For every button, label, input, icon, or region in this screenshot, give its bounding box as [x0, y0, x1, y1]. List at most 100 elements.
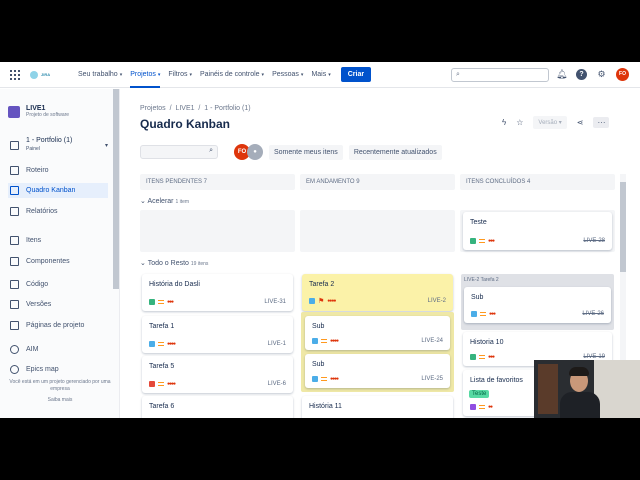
sidebar-item-code[interactable]: Código [8, 277, 108, 292]
version-dropdown[interactable]: Versão ▾ [533, 116, 567, 129]
swimlane-accelerate[interactable]: ⌄ Acelerar 1 item [140, 197, 189, 205]
sidebar-item-pages[interactable]: Páginas de projeto [8, 318, 108, 333]
breadcrumb: Projetos / LIVE1 / 1 - Portfolio (1) [140, 105, 251, 112]
page-title: Quadro Kanban [140, 117, 231, 131]
ship-icon [10, 300, 19, 309]
sidebar-item-roadmap[interactable]: Roteiro [8, 163, 108, 178]
app-switcher-icon[interactable] [10, 69, 20, 80]
board-type: Painel [26, 146, 40, 152]
card-tarefa-2[interactable]: Tarefa 2 ⚑ ●●●● LIVE-2 [302, 274, 453, 311]
recently-updated-button[interactable]: Recentemente atualizados [348, 144, 442, 160]
column-header-todo[interactable]: ITENS PENDENTES 7 [140, 174, 295, 190]
estimate-dots: ●●●● [167, 381, 176, 387]
story-icon [470, 354, 476, 360]
sidebar-item-issues[interactable]: Itens [8, 233, 108, 248]
lightning-icon[interactable]: ϟ [502, 118, 506, 127]
empty-column-cell [300, 210, 455, 252]
estimate-dots: ●●●● [330, 338, 339, 344]
swimlane-everything-else[interactable]: ⌄ Todo o Resto 19 itens [140, 259, 208, 267]
nav-dashboards[interactable]: Painéis de controle ▾ [200, 71, 264, 78]
board-icon [10, 186, 19, 195]
chevron-down-icon: ▾ [300, 71, 304, 78]
card-tarefa-1[interactable]: Tarefa 1 ●●●● LIVE-1 [142, 316, 293, 353]
nav-more[interactable]: Mais ▾ [311, 71, 330, 78]
only-my-issues-button[interactable]: Somente meus itens [269, 144, 343, 160]
column-header-in-progress[interactable]: EM ANDAMENTO 9 [300, 174, 455, 190]
notifications-icon[interactable]: 🔔︎ [556, 69, 567, 80]
avatar-unassigned[interactable]: ● [247, 144, 263, 160]
flag-icon: ⚑ [318, 298, 325, 305]
card-sub-25[interactable]: Sub ●●●● LIVE-25 [305, 354, 450, 388]
nav-your-work[interactable]: Seu trabalho ▾ [78, 71, 122, 78]
estimate-dots: ●●●● [167, 341, 176, 347]
project-sidebar: LIVE1 Projeto de software 1 - Portfolio … [0, 89, 120, 418]
sidebar-item-releases[interactable]: Versões [8, 297, 108, 312]
global-search-input[interactable]: ⌕ [451, 68, 549, 82]
code-icon [10, 280, 19, 289]
card-historia-11[interactable]: História 11 [302, 396, 453, 418]
board-actions: ϟ ☆ Versão ▾ ⋖ ··· [502, 116, 610, 129]
sidebar-item-kanban[interactable]: Quadro Kanban [8, 183, 108, 198]
project-header[interactable]: LIVE1 Projeto de software [8, 105, 69, 118]
estimate-dots: ●●● [488, 238, 495, 244]
epic-icon [470, 404, 476, 410]
list-icon [10, 236, 19, 245]
priority-icon [479, 239, 485, 243]
card-sub-24[interactable]: Sub ●●●● LIVE-24 [305, 316, 450, 350]
subtask-icon [312, 376, 318, 382]
chevron-down-icon: ▾ [261, 71, 265, 78]
board-name: 1 - Portfolio (1) [26, 137, 73, 144]
breadcrumb-project[interactable]: LIVE1 [175, 105, 194, 112]
jira-window: JIRA Seu trabalho ▾ Projetos ▾ Filtros ▾ Pa… [0, 62, 640, 418]
gear-icon[interactable]: ⚙ [596, 69, 607, 80]
column-header-done[interactable]: ITENS CONCLUÍDOS 4 [460, 174, 615, 190]
card-teste[interactable]: Teste ●●● LIVE-28 [463, 212, 612, 250]
priority-icon [158, 300, 164, 304]
webcam-overlay [534, 360, 640, 418]
project-type: Projeto de software [26, 112, 70, 118]
estimate-dots: ●●● [488, 354, 495, 360]
story-icon [149, 299, 155, 305]
sidebar-footer: Você está em um projeto gerenciado por u… [4, 379, 116, 404]
story-icon [470, 238, 476, 244]
sidebar-item-epics-map[interactable]: Epics map [8, 362, 108, 377]
sidebar-item-aim[interactable]: AIM [8, 342, 108, 357]
breadcrumb-board[interactable]: 1 - Portfolio (1) [204, 105, 250, 112]
nav-people[interactable]: Pessoas ▾ [272, 71, 303, 78]
priority-icon [321, 377, 327, 381]
priority-icon [158, 342, 164, 346]
learn-more-link[interactable]: Saiba mais [4, 397, 116, 404]
card-tarefa-5[interactable]: Tarefa 5 ●●●● LIVE-6 [142, 356, 293, 393]
estimate-dots: ●● [488, 404, 493, 410]
star-icon[interactable]: ☆ [516, 118, 523, 127]
chevron-down-icon: ▾ [119, 71, 123, 78]
nav-filters[interactable]: Filtros ▾ [168, 71, 192, 78]
company-logo[interactable]: JIRA [30, 70, 70, 80]
board-selector[interactable]: 1 - Portfolio (1) Painel ▾ [8, 135, 108, 155]
page-icon [10, 321, 19, 330]
sidebar-scrollbar[interactable] [113, 89, 119, 289]
sidebar-item-components[interactable]: Componentes [8, 254, 108, 269]
more-actions-icon[interactable]: ··· [593, 117, 610, 128]
card-historia-dasli[interactable]: História do Dasli ●●● LIVE-31 [142, 274, 293, 311]
share-icon[interactable]: ⋖ [577, 118, 584, 127]
priority-icon [321, 339, 327, 343]
estimate-dots: ●●●● [327, 298, 336, 304]
help-icon[interactable]: ? [576, 69, 587, 80]
priority-icon [479, 355, 485, 359]
map-icon [10, 365, 19, 374]
task-icon [309, 298, 315, 304]
breadcrumb-projects[interactable]: Projetos [140, 105, 166, 112]
user-avatar[interactable]: FO [616, 68, 629, 81]
card-tarefa-6[interactable]: Tarefa 6 ●●●●LIVE-7 [142, 396, 293, 418]
card-sub-done[interactable]: Sub ●●● LIVE-26 [464, 287, 611, 323]
project-name: LIVE1 [26, 105, 46, 112]
sidebar-item-reports[interactable]: Relatórios [8, 204, 108, 219]
create-button[interactable]: Criar [340, 67, 372, 82]
managed-project-note: Você está em um projeto gerenciado por u… [9, 379, 111, 392]
empty-column-cell [140, 210, 295, 252]
estimate-dots: ●●● [489, 311, 496, 317]
subtask-icon [471, 311, 477, 317]
board-search-input[interactable]: ⌕ [140, 145, 218, 159]
nav-projects[interactable]: Projetos ▾ [130, 62, 161, 88]
